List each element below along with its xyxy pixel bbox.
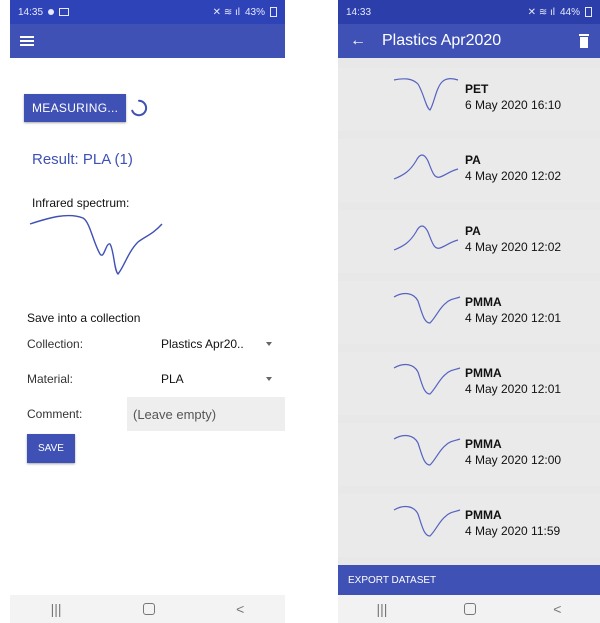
sample-date: 4 May 2020 11:59 [465, 524, 561, 538]
material-value: PLA [161, 372, 184, 386]
sample-list-item[interactable]: PMMA 4 May 2020 11:59 [338, 494, 600, 557]
save-collection-header: Save into a collection [27, 311, 141, 325]
export-dataset-button[interactable]: EXPORT DATASET [338, 565, 600, 595]
sample-date: 4 May 2020 12:01 [465, 382, 562, 396]
infrared-spectrum-plot [29, 214, 163, 276]
nav-home-icon[interactable] [142, 603, 155, 615]
signal-icon: ✕ ≋ ıl [527, 6, 555, 18]
sample-date: 6 May 2020 16:10 [465, 98, 562, 112]
sample-list-item[interactable]: PMMA 4 May 2020 12:00 [338, 423, 600, 486]
android-nav-bar: ||| < [338, 595, 600, 623]
spectrum-thumbnail [393, 78, 459, 111]
spectrum-thumbnail [393, 154, 459, 180]
measure-screen: 14:35 ✕ ≋ ıl 43% MEASURING... Result: PL… [10, 0, 285, 623]
dropdown-caret-icon [266, 342, 272, 346]
sample-list-item[interactable]: PMMA 4 May 2020 12:01 [338, 352, 600, 415]
arrow-back-icon[interactable]: ← [350, 32, 366, 50]
battery-icon [585, 7, 592, 17]
location-icon [48, 9, 55, 15]
collection-select[interactable]: Plastics Apr20.. [161, 337, 276, 351]
status-bar: 14:35 ✕ ≋ ıl 43% [10, 0, 285, 24]
result-text: Result: PLA (1) [32, 151, 133, 168]
dropdown-caret-icon [266, 377, 272, 381]
sample-date: 4 May 2020 12:02 [465, 169, 562, 183]
status-time: 14:33 [346, 6, 372, 18]
material-label: Material: [27, 372, 74, 386]
sample-material: PET [465, 82, 489, 96]
comment-label: Comment: [27, 407, 83, 421]
app-bar: ← Plastics Apr2020 [338, 24, 600, 58]
sample-list: PET 6 May 2020 16:10 PA 4 May 2020 12:02 PA 4… [338, 68, 600, 565]
battery-level: 44% [559, 6, 580, 18]
material-row: Material: PLA [27, 372, 277, 394]
nav-home-icon[interactable] [464, 603, 477, 615]
collection-value: Plastics Apr20.. [161, 337, 244, 351]
sample-material: PMMA [465, 437, 502, 451]
status-bar: 14:33 ✕ ≋ ıl 44% [338, 0, 600, 24]
material-select[interactable]: PLA [161, 372, 276, 386]
sample-list-item[interactable]: PA 4 May 2020 12:02 [338, 210, 600, 273]
collection-screen: 14:33 ✕ ≋ ıl 44% ← Plastics Apr2020 PET 6… [338, 0, 600, 623]
signal-icon: ✕ ≋ ıl [212, 6, 240, 18]
comment-input[interactable]: (Leave empty) [127, 397, 285, 431]
spectrum-thumbnail [393, 292, 461, 324]
sample-list-item[interactable]: PET 6 May 2020 16:10 [338, 68, 600, 131]
collection-label: Collection: [27, 337, 84, 351]
sample-date: 4 May 2020 12:00 [465, 453, 562, 467]
app-bar [10, 24, 285, 58]
sample-material: PMMA [465, 508, 502, 522]
back-nav-button[interactable]: < [553, 601, 561, 617]
collection-row: Collection: Plastics Apr20.. [27, 337, 277, 359]
collection-title: Plastics Apr2020 [382, 32, 502, 49]
sample-material: PMMA [465, 295, 502, 309]
recents-button[interactable]: ||| [51, 601, 62, 617]
trash-icon[interactable] [578, 34, 590, 48]
status-time: 14:35 [18, 6, 44, 18]
sample-material: PA [465, 153, 481, 167]
measure-row: MEASURING... [24, 94, 148, 122]
battery-icon [270, 7, 277, 17]
spectrum-thumbnail [393, 505, 461, 537]
save-button[interactable]: SAVE [27, 434, 75, 463]
loading-spinner-icon [131, 99, 148, 117]
sample-list-item[interactable]: PMMA 4 May 2020 12:01 [338, 281, 600, 344]
comment-row: Comment: (Leave empty) [27, 397, 285, 431]
back-nav-button[interactable]: < [236, 601, 244, 617]
battery-level: 43% [244, 6, 265, 18]
android-nav-bar: ||| < [10, 595, 285, 623]
sample-date: 4 May 2020 12:02 [465, 240, 562, 254]
spectrum-thumbnail [393, 363, 461, 395]
recents-button[interactable]: ||| [376, 601, 387, 617]
measuring-button[interactable]: MEASURING... [24, 94, 127, 122]
sample-material: PA [465, 224, 481, 238]
hamburger-menu-icon[interactable] [20, 36, 34, 46]
sample-material: PMMA [465, 366, 502, 380]
spectrum-thumbnail [393, 225, 459, 251]
spectrum-label: Infrared spectrum: [32, 196, 130, 210]
sample-list-item[interactable]: PA 4 May 2020 12:02 [338, 139, 600, 202]
image-notification-icon [59, 8, 70, 16]
sample-date: 4 May 2020 12:01 [465, 311, 562, 325]
spectrum-thumbnail [393, 434, 461, 466]
